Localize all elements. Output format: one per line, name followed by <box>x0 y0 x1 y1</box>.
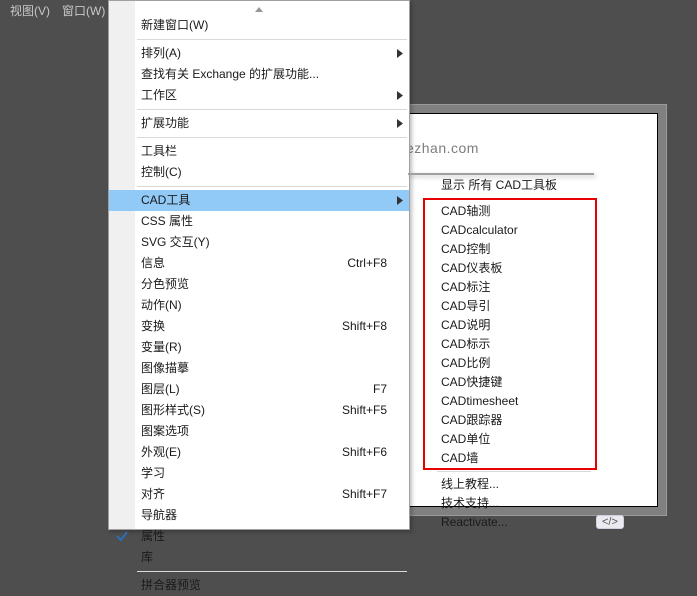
shortcut: Shift+F8 <box>342 316 387 337</box>
submenu-cad-item[interactable]: CAD导引 <box>409 297 593 316</box>
menu-extensions[interactable]: 扩展功能 <box>109 113 409 134</box>
menu-css-properties[interactable]: CSS 属性 <box>109 211 409 232</box>
submenu-cad-item[interactable]: CADcalculator <box>409 221 593 240</box>
menu-find-extensions[interactable]: 查找有关 Exchange 的扩展功能... <box>109 64 409 85</box>
menu-variables[interactable]: 变量(R) <box>109 337 409 358</box>
submenu-item-label: CAD标示 <box>441 337 490 351</box>
menu-pattern-options[interactable]: 图案选项 <box>109 421 409 442</box>
cad-tools-submenu: 显示 所有 CAD工具板 CAD轴测CADcalculatorCAD控制CAD仪… <box>408 173 594 175</box>
submenu-cad-item[interactable]: CAD控制 <box>409 240 593 259</box>
menu-navigator[interactable]: 导航器 <box>109 505 409 526</box>
menu-flattener-preview[interactable]: 拼合器预览 <box>109 575 409 596</box>
menu-new-window[interactable]: 新建窗口(W) <box>109 15 409 36</box>
chevron-right-icon <box>397 113 403 134</box>
menu-transform[interactable]: 变换Shift+F8 <box>109 316 409 337</box>
menu-view[interactable]: 视图(V) <box>4 0 56 21</box>
submenu-tech-support[interactable]: 技术支持... <box>409 494 593 513</box>
submenu-cad-item[interactable]: CAD墙 <box>409 449 593 468</box>
shortcut: Shift+F5 <box>342 400 387 421</box>
shortcut: Ctrl+F8 <box>347 253 387 274</box>
shortcut: Shift+F7 <box>342 484 387 505</box>
window-menu: 新建窗口(W) 排列(A) 查找有关 Exchange 的扩展功能... 工作区… <box>108 0 410 530</box>
menu-appearance[interactable]: 外观(E)Shift+F6 <box>109 442 409 463</box>
submenu-cad-item[interactable]: CAD跟踪器 <box>409 411 593 430</box>
menu-arrange[interactable]: 排列(A) <box>109 43 409 64</box>
shortcut: F7 <box>373 379 387 400</box>
submenu-cad-item[interactable]: CAD快捷键 <box>409 373 593 392</box>
menu-separation-preview[interactable]: 分色预览 <box>109 274 409 295</box>
check-icon <box>115 529 129 543</box>
menu-info[interactable]: 信息Ctrl+F8 <box>109 253 409 274</box>
submenu-item-label: CAD导引 <box>441 299 490 313</box>
code-badge: </> <box>596 515 624 529</box>
submenu-show-all-cad[interactable]: 显示 所有 CAD工具板 <box>409 176 593 195</box>
submenu-item-label: CAD说明 <box>441 318 490 332</box>
menu-properties[interactable]: 属性 <box>109 526 409 547</box>
submenu-cad-item[interactable]: CAD比例 <box>409 354 593 373</box>
submenu-cad-item[interactable]: CAD单位 <box>409 430 593 449</box>
submenu-cad-item[interactable]: CADtimesheet <box>409 392 593 411</box>
submenu-item-label: CAD墙 <box>441 451 478 465</box>
submenu-online-tutorial[interactable]: 线上教程... <box>409 475 593 494</box>
submenu-item-label: CAD轴测 <box>441 204 490 218</box>
scroll-up-indicator[interactable] <box>109 3 409 15</box>
menu-library[interactable]: 库 <box>109 547 409 568</box>
submenu-item-label: CAD控制 <box>441 242 490 256</box>
menu-graphic-styles[interactable]: 图形样式(S)Shift+F5 <box>109 400 409 421</box>
menu-control[interactable]: 控制(C) <box>109 162 409 183</box>
submenu-cad-item[interactable]: CAD仪表板 <box>409 259 593 278</box>
separator <box>137 186 407 187</box>
separator <box>437 198 591 199</box>
submenu-cad-item[interactable]: CAD说明 <box>409 316 593 335</box>
submenu-item-label: CAD标注 <box>441 280 490 294</box>
menu-toolbar[interactable]: 工具栏 <box>109 141 409 162</box>
submenu-item-label: CADtimesheet <box>441 394 518 408</box>
menu-window[interactable]: 窗口(W) <box>56 0 111 21</box>
menu-learn[interactable]: 学习 <box>109 463 409 484</box>
separator <box>137 39 407 40</box>
chevron-right-icon <box>397 43 403 64</box>
menu-image-trace[interactable]: 图像描摹 <box>109 358 409 379</box>
menu-actions[interactable]: 动作(N) <box>109 295 409 316</box>
chevron-right-icon <box>397 190 403 211</box>
shortcut: Shift+F6 <box>342 442 387 463</box>
submenu-item-label: CAD快捷键 <box>441 375 502 389</box>
submenu-item-label: CAD比例 <box>441 356 490 370</box>
submenu-cad-item[interactable]: CAD标示 <box>409 335 593 354</box>
menu-svg-interactivity[interactable]: SVG 交互(Y) <box>109 232 409 253</box>
chevron-right-icon <box>397 85 403 106</box>
submenu-cad-item[interactable]: CAD标注 <box>409 278 593 297</box>
separator <box>137 109 407 110</box>
separator <box>137 137 407 138</box>
menu-align[interactable]: 对齐Shift+F7 <box>109 484 409 505</box>
chevron-up-icon <box>255 7 263 12</box>
submenu-item-label: CAD仪表板 <box>441 261 502 275</box>
submenu-item-label: CAD跟踪器 <box>441 413 502 427</box>
submenu-item-label: CAD单位 <box>441 432 490 446</box>
menu-workspace[interactable]: 工作区 <box>109 85 409 106</box>
submenu-cad-item[interactable]: CAD轴测 <box>409 202 593 221</box>
separator <box>137 571 407 572</box>
submenu-reactivate[interactable]: Reactivate... <box>409 513 593 532</box>
separator <box>437 471 591 472</box>
menu-layers[interactable]: 图层(L)F7 <box>109 379 409 400</box>
menu-cad-tools[interactable]: CAD工具 <box>109 190 409 211</box>
submenu-item-label: CADcalculator <box>441 223 518 237</box>
